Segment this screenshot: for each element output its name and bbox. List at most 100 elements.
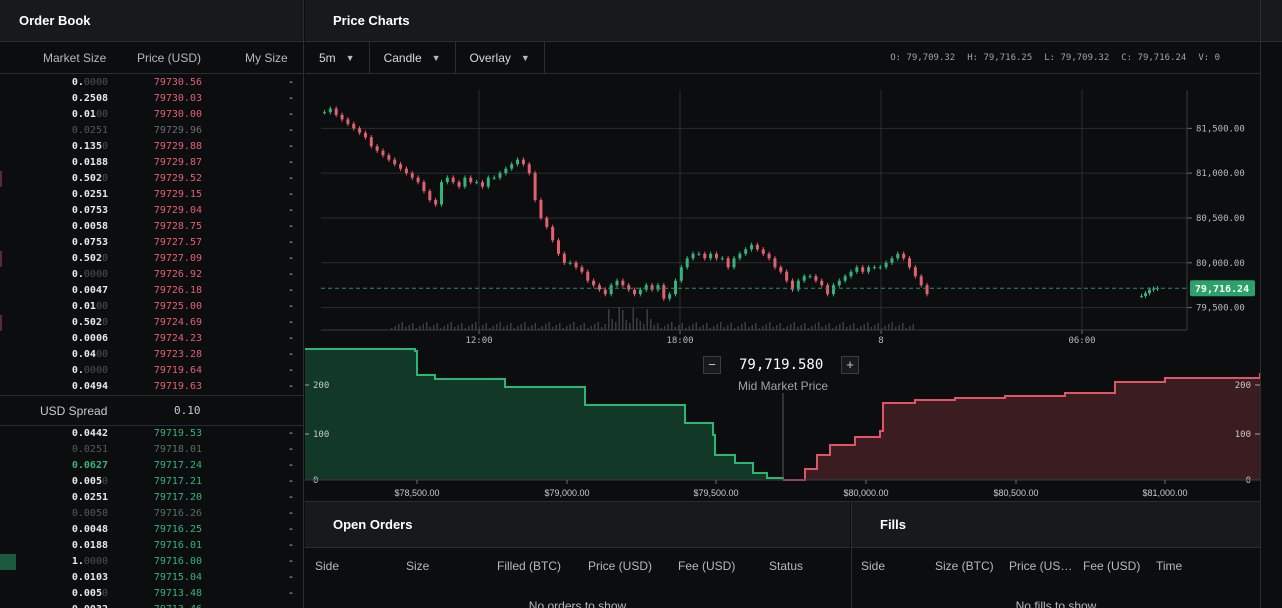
volume-bar xyxy=(643,324,645,330)
column-header[interactable]: Size (BTC) xyxy=(935,559,994,573)
overlay-dropdown[interactable]: Overlay ▼ xyxy=(456,42,545,73)
col-my-size[interactable]: My Size xyxy=(245,51,288,65)
ask-row[interactable]: 0.2508 79730.03 - xyxy=(0,91,303,107)
zoom-in-button[interactable]: + xyxy=(841,356,859,374)
volume-bar xyxy=(569,324,571,330)
ask-row[interactable]: 0.0251 79729.15 - xyxy=(0,187,303,203)
market-size: 0.0188 xyxy=(71,157,108,168)
my-size: - xyxy=(287,221,294,232)
market-size: 0.0000 xyxy=(71,269,108,280)
bid-row[interactable]: 0.0050 79713.48 - xyxy=(0,586,303,602)
column-header[interactable]: Filled (BTC) xyxy=(497,559,561,573)
bid-row[interactable]: 0.0251 79717.20 - xyxy=(0,490,303,506)
price: 79717.20 xyxy=(153,492,202,503)
bid-row[interactable]: 0.0050 79717.21 - xyxy=(0,474,303,490)
candle xyxy=(381,150,385,156)
column-header[interactable]: Side xyxy=(861,559,885,573)
volume-bar xyxy=(884,326,886,330)
volume-bar xyxy=(597,322,599,330)
market-size: 0.0100 xyxy=(71,301,108,312)
price: 79729.96 xyxy=(153,125,202,136)
bid-row[interactable]: 0.0048 79716.25 - xyxy=(0,522,303,538)
bid-row[interactable]: 0.0188 79716.01 - xyxy=(0,538,303,554)
column-header[interactable]: Side xyxy=(315,559,339,573)
market-size: 0.5020 xyxy=(71,253,108,264)
interval-dropdown[interactable]: 5m ▼ xyxy=(305,42,370,73)
ask-row[interactable]: 0.0100 79730.00 - xyxy=(0,107,303,123)
ask-row[interactable]: 0.1350 79729.88 - xyxy=(0,139,303,155)
ask-row[interactable]: 0.0753 79727.57 - xyxy=(0,235,303,251)
zoom-out-button[interactable]: − xyxy=(703,356,721,374)
bid-row[interactable]: 0.0442 79719.53 - xyxy=(0,426,303,442)
candle xyxy=(738,253,742,259)
col-price[interactable]: Price (USD) xyxy=(137,51,201,65)
bid-row[interactable]: 0.0032 79713.46 - xyxy=(0,602,303,608)
candle xyxy=(562,253,566,263)
column-header[interactable]: Fee (USD) xyxy=(1083,559,1140,573)
volume-bar xyxy=(552,327,554,330)
volume-bar xyxy=(503,327,505,330)
ask-row[interactable]: 0.0494 79719.63 - xyxy=(0,379,303,395)
volume-bar xyxy=(555,325,557,330)
candle xyxy=(726,258,730,268)
ohlc-open: O: 79,709.32 xyxy=(890,52,956,63)
price-charts-panel: Price Charts 5m ▼ Candle ▼ Overlay ▼ O: … xyxy=(305,0,1260,500)
candle xyxy=(709,253,713,259)
price-chart[interactable]: 81,500.00 81,000.00 80,500.00 80,000.00 79,5… xyxy=(305,74,1260,346)
bid-row[interactable]: 0.0103 79715.04 - xyxy=(0,570,303,586)
market-size: 0.5020 xyxy=(71,173,108,184)
ask-row[interactable]: 0.0000 79719.64 - xyxy=(0,363,303,379)
column-header[interactable]: Status xyxy=(769,559,803,573)
ask-row[interactable]: 0.0100 79725.00 - xyxy=(0,299,303,315)
volume-bar xyxy=(450,322,452,330)
ask-row[interactable]: 0.0188 79729.87 - xyxy=(0,155,303,171)
column-header[interactable]: Size xyxy=(406,559,429,573)
price: 79713.48 xyxy=(153,588,202,599)
candle xyxy=(463,177,467,187)
ask-list: 0.0000 79730.56 - 0.2508 79730.03 - 0.0100 7973… xyxy=(0,75,303,395)
y-tick-label: 81,000.00 xyxy=(1196,169,1245,179)
ask-row[interactable]: 0.0006 79724.23 - xyxy=(0,331,303,347)
ohlc-readout: O: 79,709.32 H: 79,716.25 L: 79,709.32 C… xyxy=(890,42,1260,73)
bid-row[interactable]: 1.0000 79716.00 - xyxy=(0,554,303,570)
ask-row[interactable]: 0.0400 79723.28 - xyxy=(0,347,303,363)
price: 79713.46 xyxy=(154,604,202,608)
bid-row[interactable]: 0.0251 79718.01 - xyxy=(0,442,303,458)
y-tick-label: 0 xyxy=(313,476,318,486)
chart-type-dropdown[interactable]: Candle ▼ xyxy=(370,42,456,73)
order-book-columns: Market Size Price (USD) My Size xyxy=(0,42,303,74)
ask-row[interactable]: 0.0251 79729.96 - xyxy=(0,123,303,139)
ask-row[interactable]: 0.5020 79724.69 - xyxy=(0,315,303,331)
volume-bar xyxy=(394,326,396,330)
ask-row[interactable]: 0.0000 79730.56 - xyxy=(0,75,303,91)
candle xyxy=(416,177,420,183)
ohlc-close: C: 79,716.24 xyxy=(1121,52,1187,63)
volume-bar xyxy=(681,323,683,330)
my-size: - xyxy=(287,189,294,200)
column-header[interactable]: Price (US… xyxy=(1009,559,1072,573)
my-size: - xyxy=(287,508,294,519)
volume-bar xyxy=(737,326,739,330)
ask-row[interactable]: 0.0058 79728.75 - xyxy=(0,219,303,235)
price: 79730.56 xyxy=(153,77,202,88)
volume-bar xyxy=(531,325,533,330)
ask-row[interactable]: 0.0000 79726.92 - xyxy=(0,267,303,283)
market-size: 0.0627 xyxy=(71,460,108,471)
bid-row[interactable]: 0.0050 79716.26 - xyxy=(0,506,303,522)
candle xyxy=(352,123,356,129)
ask-row[interactable]: 0.0047 79726.18 - xyxy=(0,283,303,299)
candle xyxy=(609,285,613,295)
ask-row[interactable]: 0.5020 79729.52 - xyxy=(0,171,303,187)
col-market-size[interactable]: Market Size xyxy=(43,51,106,65)
y-tick-label: 0 xyxy=(1246,476,1251,486)
column-header[interactable]: Price (USD) xyxy=(588,559,652,573)
ask-row[interactable]: 0.0753 79729.04 - xyxy=(0,203,303,219)
column-header[interactable]: Fee (USD) xyxy=(678,559,735,573)
volume-bar xyxy=(730,323,732,330)
ask-row[interactable]: 0.5020 79727.09 - xyxy=(0,251,303,267)
column-header[interactable]: Time xyxy=(1156,559,1182,573)
bid-row[interactable]: 0.0627 79717.24 - xyxy=(0,458,303,474)
my-size: - xyxy=(287,492,294,503)
x-tick-label: $79,000.00 xyxy=(544,488,589,498)
my-size: - xyxy=(287,572,294,583)
